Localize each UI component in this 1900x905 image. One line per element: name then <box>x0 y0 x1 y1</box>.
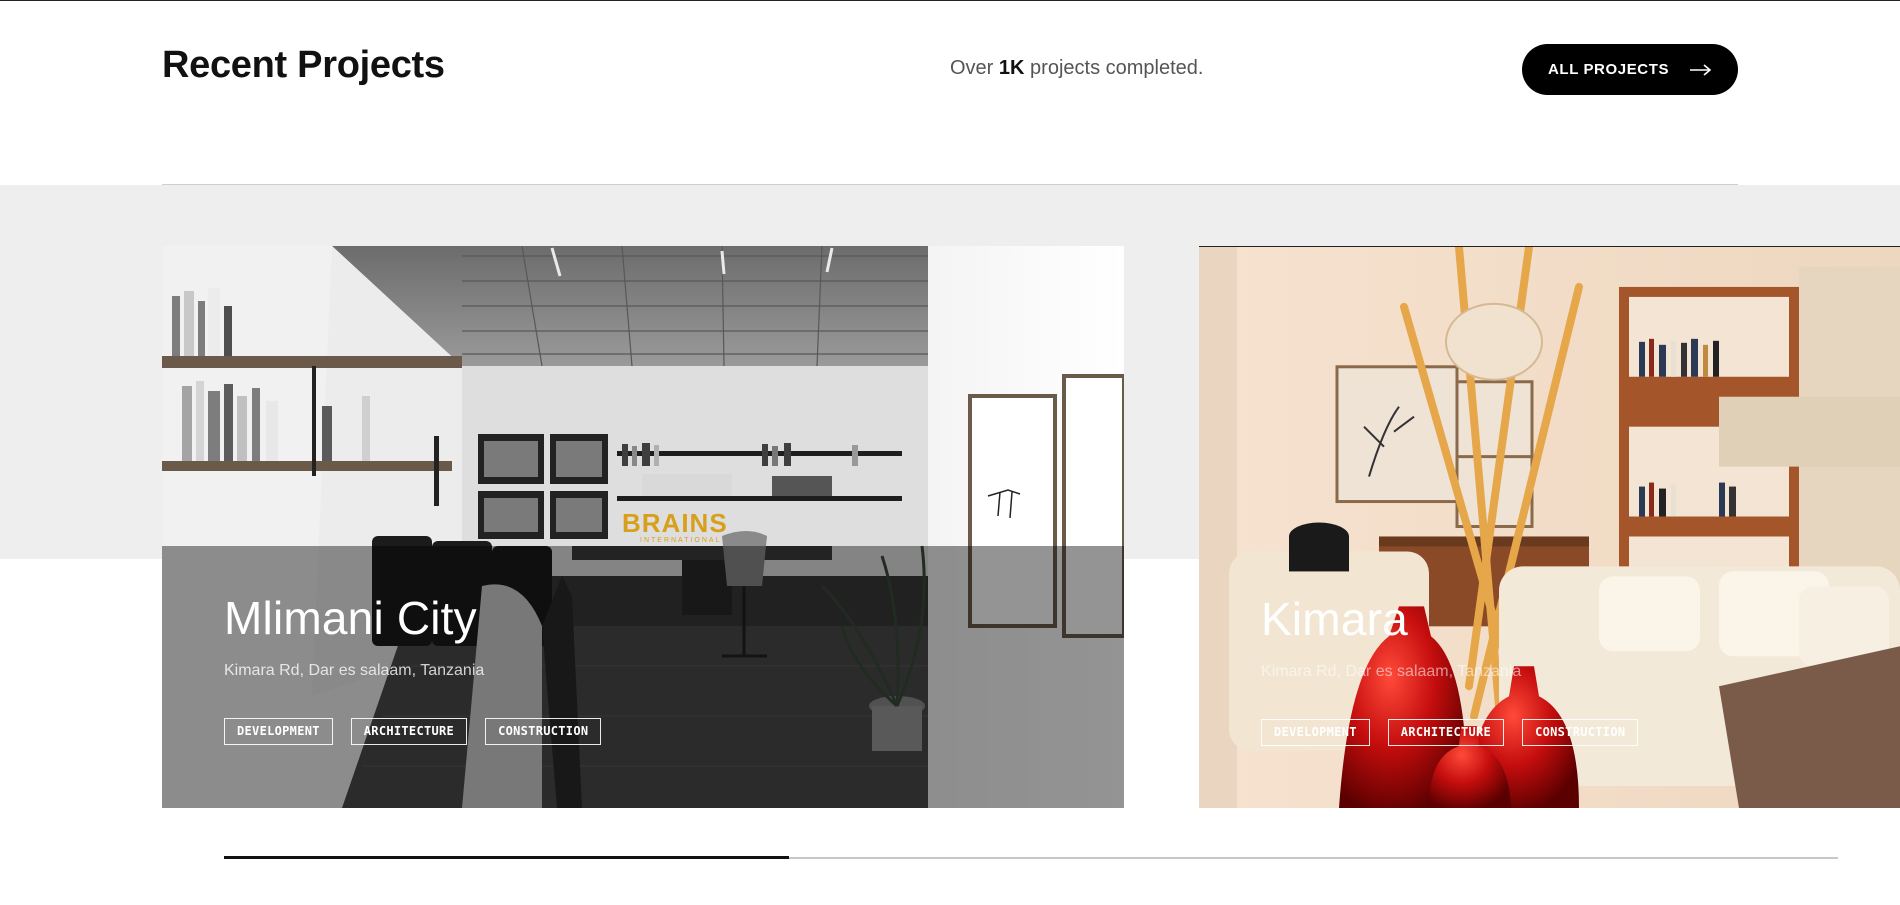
svg-text:BRAINS: BRAINS <box>622 508 728 538</box>
section-header: Recent Projects Over 1K projects complet… <box>162 0 1738 185</box>
project-title[interactable]: Kimara <box>1261 592 1408 646</box>
slider-progress-track[interactable] <box>224 856 1838 859</box>
all-projects-button[interactable]: ALL PROJECTS <box>1522 44 1738 95</box>
project-title[interactable]: Mlimani City <box>224 591 477 645</box>
all-projects-label: ALL PROJECTS <box>1548 61 1670 78</box>
stat-suffix: projects completed. <box>1024 57 1204 79</box>
project-card-mlimani-city[interactable]: BRAINS INTERNATIONAL Mlimani City Kimara… <box>162 246 1124 808</box>
project-card-kimara[interactable]: Kimara Kimara Rd, Dar es salaam, Tanzani… <box>1199 246 1900 808</box>
projects-count-text: Over 1K projects completed. <box>950 57 1203 80</box>
project-tags: DEVELOPMENT ARCHITECTURE CONSTRUCTION <box>1261 719 1639 746</box>
project-location: Kimara Rd, Dar es salaam, Tanzania <box>1261 663 1522 680</box>
project-location: Kimara Rd, Dar es salaam, Tanzania <box>224 662 485 679</box>
tag-development[interactable]: DEVELOPMENT <box>224 718 333 745</box>
arrow-right-icon <box>1690 63 1712 76</box>
tag-construction[interactable]: CONSTRUCTION <box>485 718 602 745</box>
tag-development[interactable]: DEVELOPMENT <box>1261 719 1370 746</box>
tag-architecture[interactable]: ARCHITECTURE <box>350 718 468 745</box>
stat-count: 1K <box>998 57 1025 79</box>
project-tags: DEVELOPMENT ARCHITECTURE CONSTRUCTION <box>224 718 602 745</box>
svg-text:INTERNATIONAL: INTERNATIONAL <box>640 537 722 544</box>
slider-progress-fill <box>224 856 789 859</box>
section-title: Recent Projects <box>162 44 445 86</box>
stat-prefix: Over <box>950 57 999 79</box>
tag-construction[interactable]: CONSTRUCTION <box>1522 719 1639 746</box>
tag-architecture[interactable]: ARCHITECTURE <box>1387 719 1505 746</box>
